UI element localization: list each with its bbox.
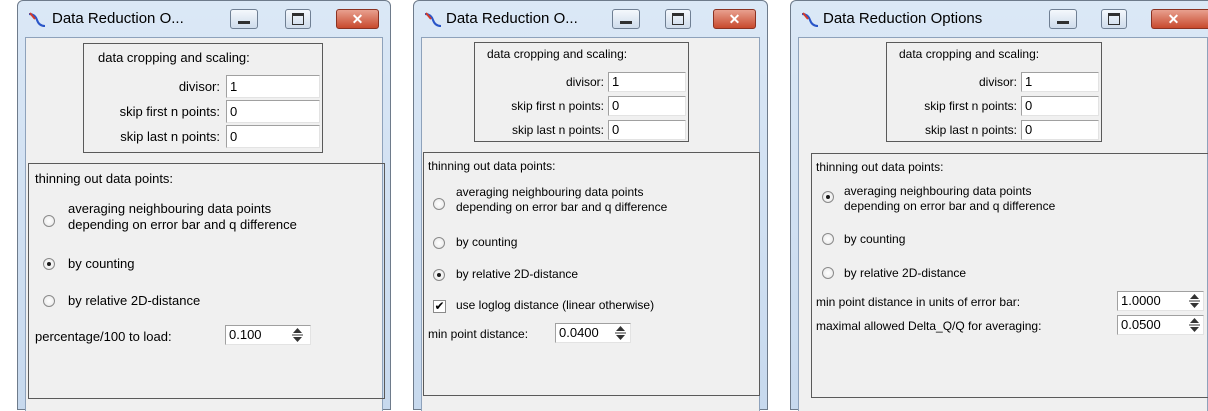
close-button[interactable]: ✕ bbox=[1151, 9, 1208, 29]
close-button[interactable]: ✕ bbox=[713, 9, 756, 29]
radio-distance[interactable] bbox=[433, 269, 445, 281]
minimize-icon bbox=[231, 10, 257, 28]
loglog-label: use loglog distance (linear otherwise) bbox=[456, 298, 655, 312]
window-1: Data Reduction O... ✕ data cropping and … bbox=[17, 0, 391, 411]
averaging-label-2: depending on error bar and q difference bbox=[844, 199, 1056, 213]
plot-icon bbox=[801, 12, 819, 27]
title-bar[interactable]: Data Reduction O... ✕ bbox=[18, 1, 390, 37]
thinning-heading: thinning out data points: bbox=[816, 160, 944, 174]
window-title: Data Reduction Options bbox=[823, 10, 983, 27]
cropping-heading: data cropping and scaling: bbox=[98, 50, 250, 65]
minimize-button[interactable] bbox=[230, 9, 258, 29]
spin-arrows-icon[interactable] bbox=[1186, 291, 1203, 311]
skip-first-label: skip first n points: bbox=[924, 99, 1017, 113]
cropping-heading: data cropping and scaling: bbox=[899, 47, 1040, 61]
skip-first-input[interactable]: 0 bbox=[226, 100, 320, 123]
title-bar[interactable]: Data Reduction O... ✕ bbox=[414, 1, 767, 37]
radio-counting[interactable] bbox=[822, 233, 834, 245]
radio-distance[interactable] bbox=[822, 267, 834, 279]
skip-last-input[interactable]: 0 bbox=[226, 125, 320, 148]
skip-last-input[interactable]: 0 bbox=[608, 120, 686, 140]
min-point-distance-label: min point distance in units of error bar… bbox=[816, 295, 1021, 309]
close-icon: ✕ bbox=[728, 10, 741, 27]
maximize-button[interactable] bbox=[665, 9, 691, 29]
close-icon: ✕ bbox=[1167, 10, 1180, 27]
divisor-label: divisor: bbox=[178, 79, 220, 94]
maximize-icon bbox=[666, 10, 690, 28]
thinning-heading: thinning out data points: bbox=[35, 171, 174, 186]
radio-averaging[interactable] bbox=[43, 215, 55, 227]
averaging-label-1: averaging neighbouring data points bbox=[456, 185, 644, 199]
maximize-icon bbox=[286, 10, 310, 28]
minimize-button[interactable] bbox=[612, 9, 640, 29]
distance-label: by relative 2D-distance bbox=[456, 267, 579, 281]
window-title: Data Reduction O... bbox=[52, 10, 184, 27]
window-title: Data Reduction O... bbox=[446, 10, 578, 27]
close-icon: ✕ bbox=[351, 10, 364, 27]
averaging-label-2: depending on error bar and q difference bbox=[68, 217, 297, 232]
radio-counting[interactable] bbox=[433, 237, 445, 249]
window-client: data cropping and scaling: divisor: 1 sk… bbox=[25, 37, 385, 411]
thinning-group: thinning out data points: averaging neig… bbox=[811, 153, 1208, 398]
title-bar[interactable]: Data Reduction Options ✕ bbox=[791, 1, 1208, 37]
window-3: Data Reduction Options ✕ data cropping a… bbox=[790, 0, 1208, 411]
divisor-label: divisor: bbox=[565, 75, 604, 89]
averaging-label-2: depending on error bar and q difference bbox=[456, 200, 668, 214]
radio-averaging[interactable] bbox=[433, 198, 445, 210]
skip-last-label: skip last n points: bbox=[511, 123, 604, 137]
thinning-heading: thinning out data points: bbox=[428, 159, 556, 173]
spin-arrows-icon[interactable] bbox=[1186, 315, 1203, 335]
cropping-group: data cropping and scaling: divisor: 1 sk… bbox=[83, 43, 323, 153]
radio-selected-dot bbox=[47, 262, 51, 266]
divisor-input[interactable]: 1 bbox=[1021, 72, 1099, 92]
min-distance-label: min point distance: bbox=[428, 327, 529, 341]
radio-distance[interactable] bbox=[43, 295, 55, 307]
percentage-label: percentage/100 to load: bbox=[35, 329, 172, 344]
skip-first-label: skip first n points: bbox=[511, 99, 604, 113]
max-delta-label: maximal allowed Delta_Q/Q for averaging: bbox=[816, 319, 1042, 333]
distance-label: by relative 2D-distance bbox=[68, 293, 201, 308]
loglog-checkbox[interactable]: ✔ bbox=[433, 300, 446, 313]
radio-selected-dot bbox=[826, 195, 830, 199]
radio-counting[interactable] bbox=[43, 258, 55, 270]
cropping-group: data cropping and scaling: divisor: 1 sk… bbox=[474, 42, 689, 142]
averaging-label-1: averaging neighbouring data points bbox=[844, 184, 1032, 198]
radio-averaging[interactable] bbox=[822, 191, 834, 203]
radio-selected-dot bbox=[437, 273, 441, 277]
cropping-group: data cropping and scaling: divisor: 1 sk… bbox=[886, 42, 1102, 142]
counting-label: by counting bbox=[844, 232, 906, 246]
thinning-group: thinning out data points: averaging neig… bbox=[28, 163, 385, 399]
plot-icon bbox=[424, 12, 442, 27]
counting-label: by counting bbox=[68, 256, 135, 271]
skip-last-label: skip last n points: bbox=[924, 123, 1017, 137]
window-client: data cropping and scaling: divisor: 1 sk… bbox=[421, 37, 760, 411]
skip-last-input[interactable]: 0 bbox=[1021, 120, 1099, 140]
minimize-icon bbox=[613, 10, 639, 28]
maximize-button[interactable] bbox=[1101, 9, 1127, 29]
skip-last-label: skip last n points: bbox=[120, 129, 220, 144]
divisor-input[interactable]: 1 bbox=[608, 72, 686, 92]
thinning-group: thinning out data points: averaging neig… bbox=[423, 152, 760, 396]
maximize-button[interactable] bbox=[285, 9, 311, 29]
checkmark-icon: ✔ bbox=[434, 299, 445, 313]
skip-first-input[interactable]: 0 bbox=[608, 96, 686, 116]
window-2: Data Reduction O... ✕ data cropping and … bbox=[413, 0, 768, 411]
minimize-icon bbox=[1050, 10, 1076, 28]
skip-first-input[interactable]: 0 bbox=[1021, 96, 1099, 116]
spin-arrows-icon[interactable] bbox=[289, 325, 306, 345]
distance-label: by relative 2D-distance bbox=[844, 266, 967, 280]
divisor-input[interactable]: 1 bbox=[226, 75, 320, 98]
window-client: data cropping and scaling: divisor: 1 sk… bbox=[798, 37, 1208, 411]
divisor-label: divisor: bbox=[978, 75, 1017, 89]
close-button[interactable]: ✕ bbox=[336, 9, 379, 29]
plot-icon bbox=[28, 12, 46, 27]
spin-arrows-icon[interactable] bbox=[612, 323, 629, 343]
minimize-button[interactable] bbox=[1049, 9, 1077, 29]
counting-label: by counting bbox=[456, 235, 518, 249]
cropping-heading: data cropping and scaling: bbox=[487, 47, 628, 61]
skip-first-label: skip first n points: bbox=[119, 104, 220, 119]
averaging-label-1: averaging neighbouring data points bbox=[68, 201, 272, 216]
maximize-icon bbox=[1102, 10, 1126, 28]
